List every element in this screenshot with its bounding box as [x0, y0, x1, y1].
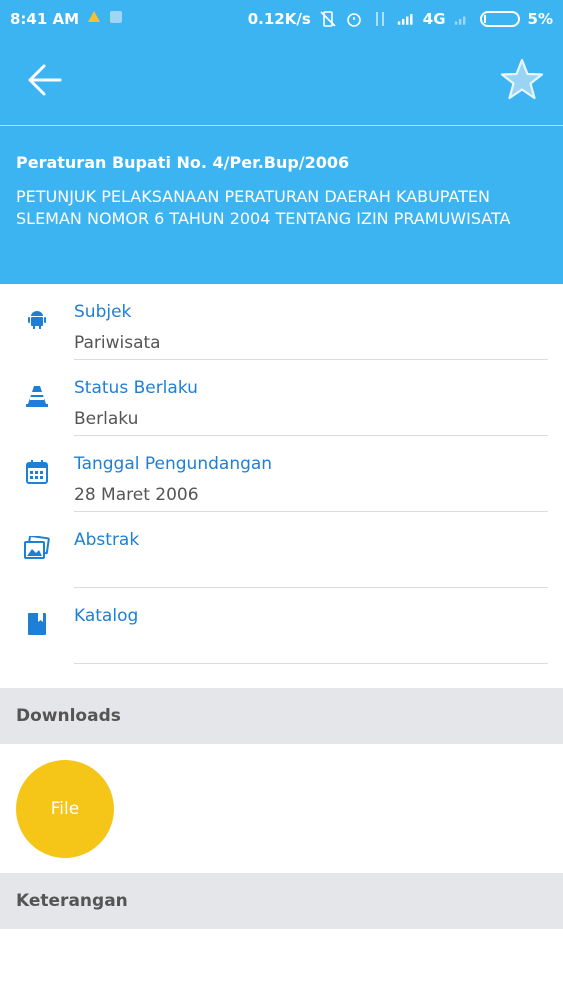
photos-icon — [24, 534, 50, 564]
detail-list: Subjek Pariwisata Status Berlaku Berlaku… — [0, 284, 563, 664]
cone-icon — [26, 384, 48, 412]
drive-icon — [87, 10, 101, 28]
app-icon — [109, 10, 123, 28]
star-icon[interactable] — [499, 57, 545, 107]
signal-weak-icon — [454, 10, 472, 28]
status-bar: 8:41 AM 0.12K/s 4G 5% — [0, 0, 563, 38]
detail-row-katalog: Katalog — [0, 588, 563, 664]
file-download-button[interactable]: File — [16, 760, 114, 858]
detail-label: Subjek — [74, 302, 132, 322]
battery-icon — [479, 11, 520, 27]
detail-label: Status Berlaku — [74, 378, 198, 398]
alarm-icon — [345, 10, 363, 28]
keterangan-heading: Keterangan — [0, 873, 563, 929]
detail-label: Tanggal Pengundangan — [74, 454, 273, 474]
toolbar — [0, 38, 563, 126]
detail-row-abstrak: Abstrak — [0, 512, 563, 588]
status-time: 8:41 AM — [10, 10, 80, 28]
regulation-header: Peraturan Bupati No. 4/Per.Bup/2006 PETU… — [0, 126, 563, 284]
calendar-icon — [26, 460, 48, 488]
downloads-section: File — [0, 744, 563, 873]
detail-row-subjek: Subjek Pariwisata — [0, 284, 563, 360]
detail-value: Berlaku — [74, 409, 139, 429]
book-icon — [27, 612, 47, 640]
network-speed: 0.12K/s — [247, 10, 311, 28]
detail-label: Katalog — [74, 606, 139, 626]
downloads-heading: Downloads — [0, 688, 563, 744]
data-transfer-icon — [371, 10, 389, 28]
vibrate-off-icon — [319, 10, 337, 28]
android-icon — [28, 310, 46, 334]
regulation-description: PETUNJUK PELAKSANAAN PERATURAN DAERAH KA… — [16, 187, 511, 228]
network-type: 4G — [422, 10, 446, 28]
detail-row-tanggal: Tanggal Pengundangan 28 Maret 2006 — [0, 436, 563, 512]
regulation-title: Peraturan Bupati No. 4/Per.Bup/2006 — [16, 153, 350, 172]
battery-level: 5% — [527, 10, 553, 28]
detail-row-status: Status Berlaku Berlaku — [0, 360, 563, 436]
detail-value: 28 Maret 2006 — [74, 485, 199, 505]
detail-value: Pariwisata — [74, 333, 161, 353]
arrow-left-icon[interactable] — [22, 59, 64, 105]
detail-label: Abstrak — [74, 530, 140, 550]
signal-icon — [397, 10, 415, 28]
